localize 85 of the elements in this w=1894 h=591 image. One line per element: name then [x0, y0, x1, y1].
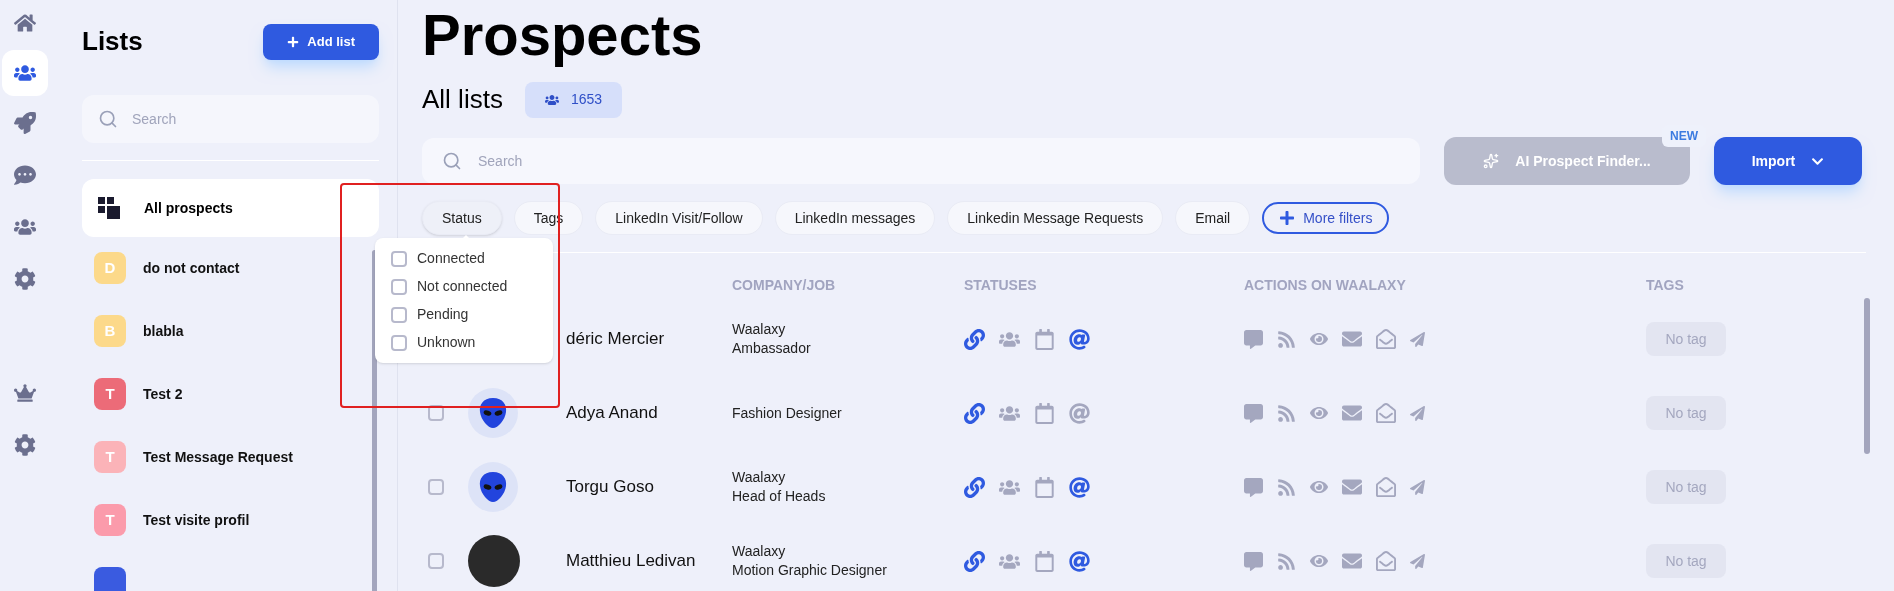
column-header: TAGS	[1646, 276, 1685, 295]
alien-avatar-icon	[468, 462, 518, 512]
rss-icon	[1277, 329, 1296, 349]
column-header: STATUSES	[964, 276, 1038, 295]
rss-icon	[1277, 403, 1296, 423]
prospect-name[interactable]: Matthieu Ledivan	[522, 548, 732, 574]
row-checkbox[interactable]	[428, 405, 444, 421]
open-envelope-icon	[1376, 403, 1396, 423]
prospect-name[interactable]: Torgu Goso	[522, 474, 732, 500]
checkbox-label[interactable]: Not connected	[417, 276, 508, 297]
checkbox-label[interactable]: Pending	[417, 304, 469, 325]
envelope-icon	[1342, 477, 1362, 497]
list-item[interactable]: Test Message Request	[143, 446, 293, 468]
filter-chip[interactable]: Status	[422, 201, 502, 235]
job-title: Head of Heads	[732, 487, 827, 506]
checkbox[interactable]	[391, 278, 407, 295]
filter-chip[interactable]: LinkedIn Visit/Follow	[595, 201, 763, 235]
filter-chip[interactable]: Linkedin Message Requests	[947, 201, 1164, 235]
company-name: Waalaxy	[732, 468, 787, 487]
row-checkbox[interactable]	[428, 553, 444, 569]
eye-icon	[1310, 478, 1328, 496]
list-avatar: T	[94, 378, 126, 410]
all-prospects-item[interactable]: All prospects	[82, 179, 379, 237]
checkbox-label[interactable]: Connected	[417, 248, 485, 269]
tag-chip: No tag	[1646, 322, 1726, 356]
list-avatar: B	[94, 315, 126, 347]
envelope-icon	[1342, 551, 1362, 571]
add-list-button[interactable]: Add list	[263, 23, 379, 60]
open-envelope-icon	[1376, 477, 1396, 497]
company-name: Waalaxy	[732, 320, 787, 339]
list-avatar: T	[94, 441, 126, 473]
checkbox[interactable]	[391, 334, 407, 351]
paper-plane-icon	[1410, 405, 1425, 421]
list-item[interactable]: Test 2	[143, 383, 183, 405]
search-field[interactable]: Search	[82, 95, 379, 143]
envelope-icon	[1342, 403, 1362, 423]
photo-placeholder	[468, 535, 520, 587]
more-filters-button[interactable]: More filters	[1262, 202, 1390, 234]
count-badge: 1653	[524, 81, 623, 118]
rss-icon	[1277, 551, 1296, 571]
job-title: Ambassador	[732, 339, 812, 358]
people-icon	[544, 92, 559, 107]
list-avatar: T	[94, 504, 126, 536]
open-envelope-icon	[1376, 329, 1396, 349]
envelope-icon	[1342, 329, 1362, 349]
filter-chip[interactable]: LinkedIn messages	[774, 201, 936, 235]
eye-icon	[1310, 404, 1328, 422]
paper-plane-icon	[1410, 553, 1425, 569]
scrollbar[interactable]	[1864, 298, 1870, 454]
grid-icon	[98, 197, 120, 219]
checkbox-label[interactable]: Unknown	[417, 332, 476, 353]
list-avatar: D	[94, 252, 126, 284]
job-title: Motion Graphic Designer	[732, 561, 888, 580]
paper-plane-icon	[1410, 331, 1425, 347]
row-checkbox[interactable]	[428, 479, 444, 495]
search-icon	[442, 151, 462, 171]
people-icon[interactable]	[2, 50, 48, 96]
company-name: Waalaxy	[732, 542, 787, 561]
eye-icon	[1310, 330, 1328, 348]
tag-chip: No tag	[1646, 470, 1726, 504]
rss-icon	[1277, 477, 1296, 497]
job-title: Fashion Designer	[732, 403, 843, 423]
column-header: ACTIONS ON WAALAXY	[1244, 276, 1407, 295]
checkbox[interactable]	[391, 250, 407, 267]
search-icon	[98, 109, 118, 129]
paper-plane-icon	[1410, 479, 1425, 495]
list-item[interactable]: blabla	[143, 320, 184, 342]
tag-chip: No tag	[1646, 396, 1726, 430]
lists-title: Lists	[82, 25, 143, 58]
filter-chip[interactable]: Email	[1175, 201, 1251, 235]
plus-icon	[287, 35, 300, 48]
prospect-name[interactable]: Adya Anand	[522, 400, 732, 426]
open-envelope-icon	[1376, 551, 1396, 571]
plus-icon	[1279, 210, 1296, 226]
import-button[interactable]: Import	[1714, 137, 1862, 185]
list-item[interactable]: Test visite profil	[143, 509, 250, 531]
checkbox[interactable]	[391, 306, 407, 323]
alien-avatar-icon	[468, 388, 518, 438]
search-field[interactable]: Search	[422, 138, 1420, 184]
eye-icon	[1310, 552, 1328, 570]
column-header: COMPANY/JOB	[732, 276, 837, 295]
sparkle-icon	[1483, 153, 1500, 169]
tag-chip: No tag	[1646, 544, 1726, 578]
list-item[interactable]: do not contact	[143, 257, 240, 279]
subtitle: All lists	[422, 83, 503, 116]
